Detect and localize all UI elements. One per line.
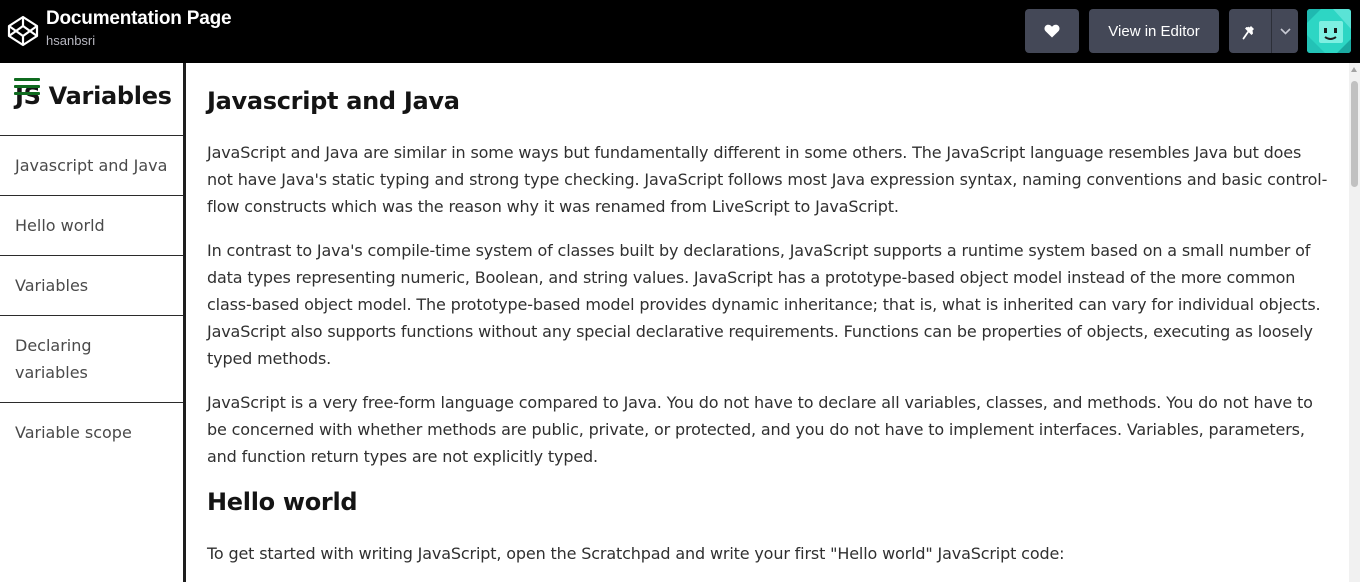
paragraph: JavaScript and Java are similar in some … — [207, 143, 1328, 217]
chevron-down-icon — [1279, 27, 1291, 35]
section-title: Hello world — [207, 488, 358, 517]
scrollbar-thumb[interactable] — [1351, 81, 1358, 187]
view-in-editor-button[interactable]: View in Editor — [1089, 9, 1219, 53]
section-hello-world: Hello world To get started with writing … — [207, 486, 1331, 567]
section-javascript-and-java: Javascript and Java JavaScript and Java … — [207, 85, 1331, 470]
scroll-up-arrow-icon[interactable] — [1351, 67, 1357, 72]
section-title: Javascript and Java — [207, 87, 460, 115]
paragraph: JavaScript is a very free-form language … — [207, 392, 1313, 467]
pin-menu-button[interactable] — [1271, 9, 1298, 53]
pin-icon — [1242, 23, 1254, 40]
codepen-logo-icon[interactable] — [7, 15, 39, 47]
pin-button[interactable] — [1229, 9, 1271, 53]
nav-link-hello-world[interactable]: Hello world — [0, 196, 183, 256]
navbar: JS Variables Javascript and Java Hello w… — [0, 63, 186, 582]
like-button[interactable] — [1025, 9, 1079, 53]
hamburger-menu-icon[interactable] — [14, 77, 42, 99]
pen-header: Documentation Page hsanbsri View in Edit… — [0, 0, 1360, 63]
avatar[interactable] — [1307, 9, 1351, 53]
main-doc: Javascript and Java JavaScript and Java … — [189, 63, 1349, 582]
pen-author[interactable]: hsanbsri — [46, 32, 231, 50]
nav-link-javascript-and-java[interactable]: Javascript and Java — [0, 136, 183, 196]
nav-link-variables[interactable]: Variables — [0, 256, 183, 316]
heart-icon — [1044, 24, 1060, 38]
paragraph: To get started with writing JavaScript, … — [207, 544, 1065, 564]
page-scrollbar[interactable] — [1349, 63, 1360, 582]
pen-title-block: Documentation Page hsanbsri — [46, 7, 232, 50]
navbar-header: JS Variables — [0, 63, 183, 136]
pen-title: Documentation Page — [46, 8, 232, 29]
nav-link-declaring-variables[interactable]: Declaring variables — [0, 316, 183, 403]
nav-link-variable-scope[interactable]: Variable scope — [0, 403, 183, 462]
paragraph: In contrast to Java's compile-time syste… — [207, 240, 1321, 369]
